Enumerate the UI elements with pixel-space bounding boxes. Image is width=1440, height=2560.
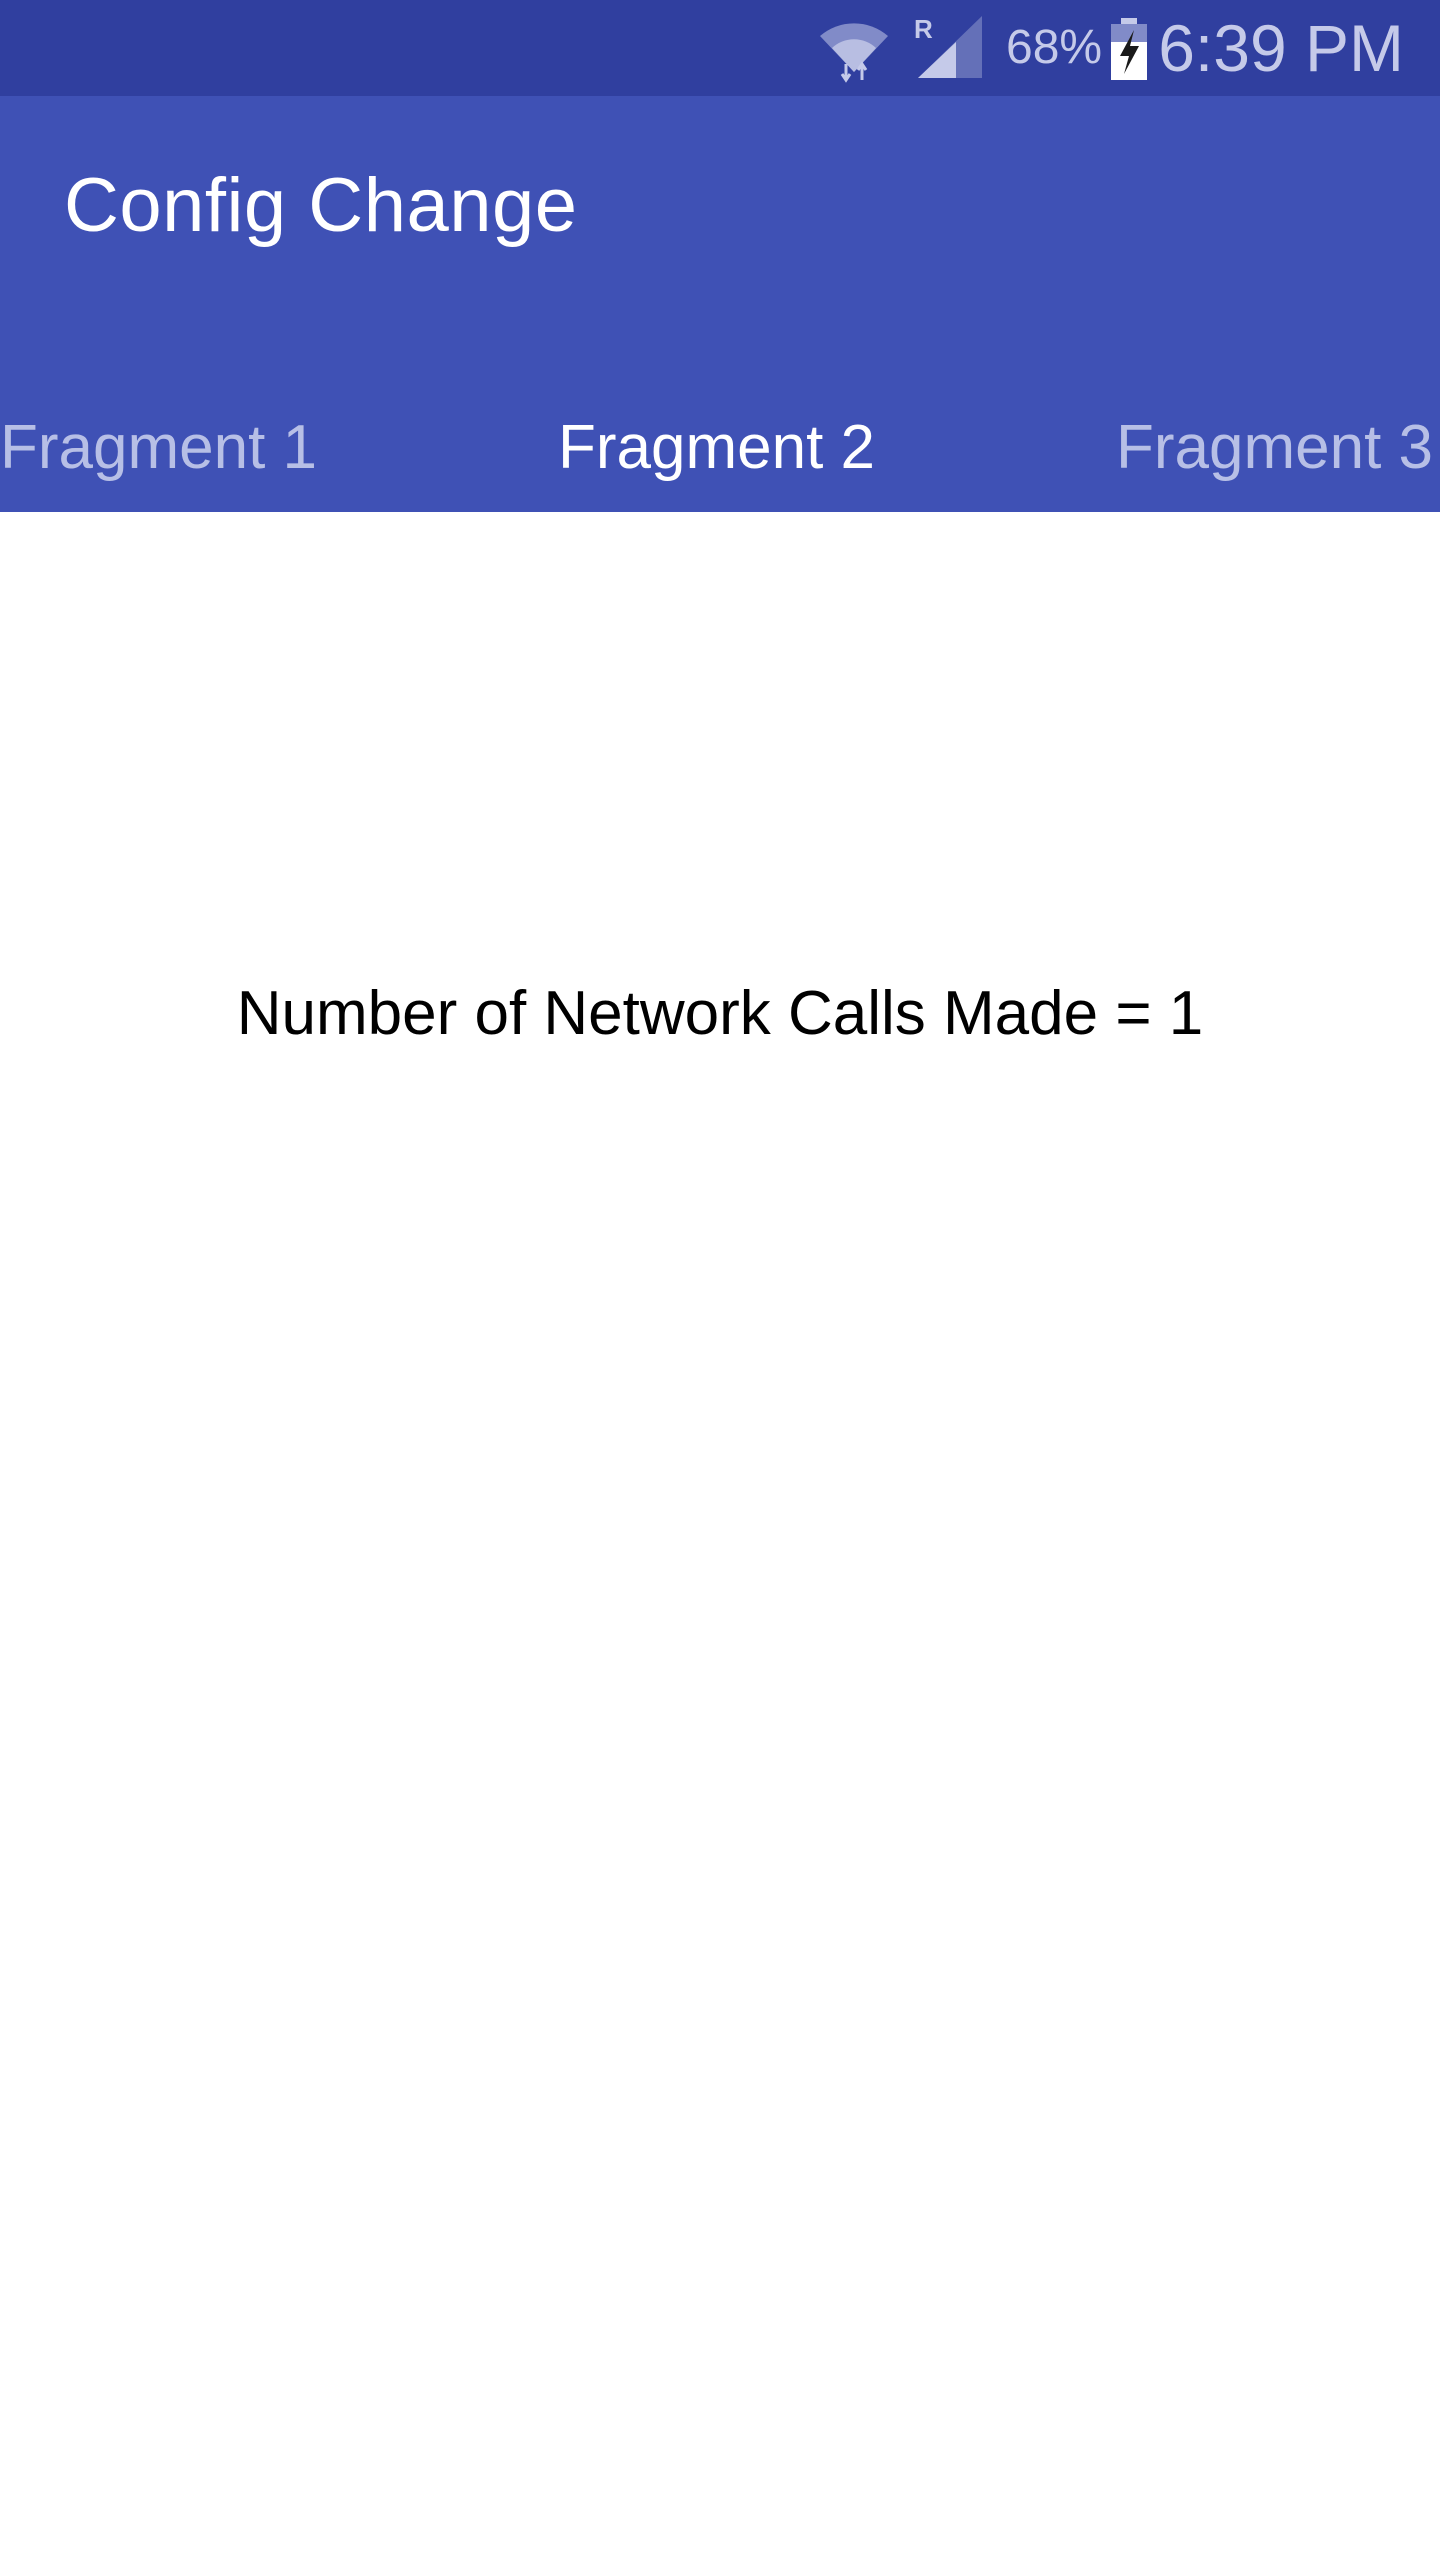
app-title: Config Change [64, 163, 578, 248]
tab-fragment-2[interactable]: Fragment 2 [558, 408, 875, 488]
battery-charging-icon [1111, 18, 1147, 80]
app-bar: Config Change Fragment 1 Fragment 2 Frag… [0, 96, 1440, 512]
svg-text:R: R [914, 14, 933, 44]
wifi-icon [820, 23, 888, 83]
tab-fragment-1[interactable]: Fragment 1 [0, 408, 317, 488]
status-clock: 6:39 PM [1158, 11, 1404, 85]
status-bar: R 68% 6:39 PM [0, 0, 1440, 96]
battery-percentage: 68% [1006, 21, 1103, 74]
network-calls-text: Number of Network Calls Made = 1 [236, 979, 1204, 1048]
cellular-signal-roaming-icon: R [914, 14, 982, 78]
tab-fragment-3[interactable]: Fragment 3 [1116, 408, 1433, 488]
